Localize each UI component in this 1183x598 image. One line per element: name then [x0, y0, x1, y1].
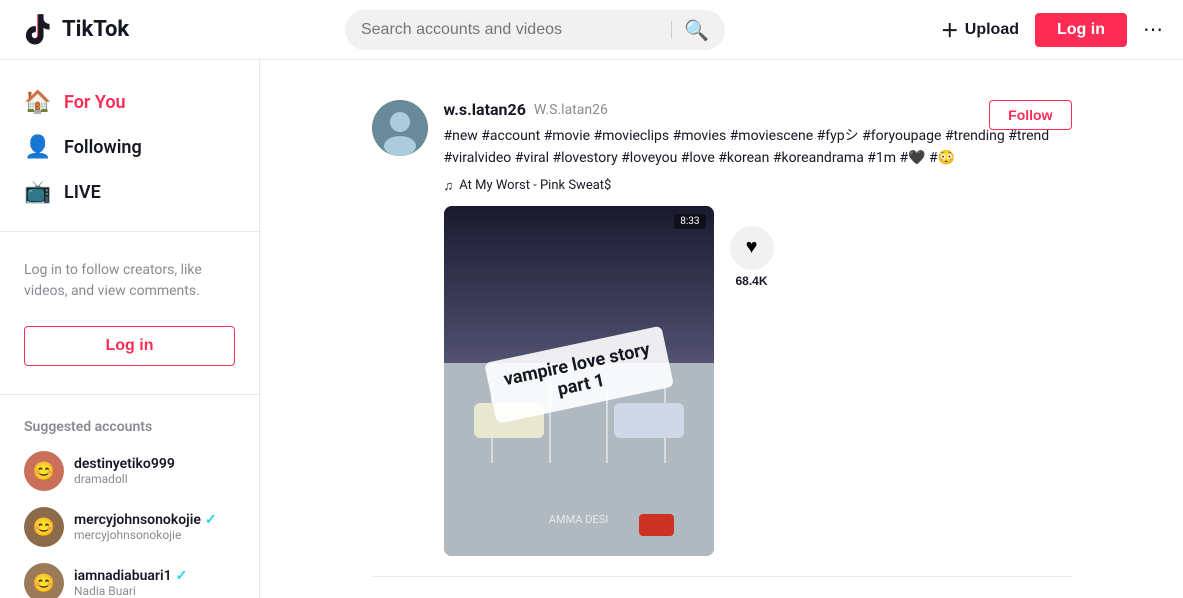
verified-icon: ✓ [176, 568, 188, 584]
account-display-name: Nadia Buari [74, 584, 235, 598]
follow-label: Follow [1008, 107, 1052, 123]
logo-text: TikTok [62, 17, 129, 42]
header-right: ＋ Upload Log in ⋯ [941, 13, 1163, 47]
sidebar-item-for-you[interactable]: 🏠 For You [0, 80, 259, 125]
suggested-accounts-title: Suggested accounts [0, 411, 259, 443]
upload-button[interactable]: ＋ Upload [941, 17, 1019, 43]
account-info: mercyjohnsonokojie ✓ mercyjohnsonokojie [74, 512, 235, 542]
account-display-name: mercyjohnsonokojie [74, 528, 235, 542]
post-header: w.s.latan26 W.S.latan26 [444, 100, 1072, 119]
search-input[interactable] [361, 21, 659, 39]
upload-icon: ＋ [941, 17, 959, 43]
post-music: ♫ At My Worst - Pink Sweat$ [444, 178, 1072, 194]
more-options-button[interactable]: ⋯ [1143, 17, 1163, 42]
suggested-account-destinyetiko999[interactable]: 😊 destinyetiko999 dramadoll [0, 443, 259, 499]
search-bar[interactable]: 🔍 [345, 10, 725, 50]
post-handle: W.S.latan26 [534, 102, 608, 118]
post-media-row: vampire love story part 1 AMMA DESI 8:33… [444, 206, 1072, 556]
post-actions: ♥ 68.4K [730, 206, 774, 556]
post-description: #new #account #movie #movieclips #movies… [444, 125, 1072, 170]
sidebar-item-label-for-you: For You [64, 92, 126, 113]
account-display-name: dramadoll [74, 472, 235, 486]
upload-label: Upload [965, 21, 1019, 39]
music-note-icon: ♫ [444, 178, 454, 194]
sidebar-item-label-live: LIVE [64, 182, 101, 203]
main-content: w.s.latan26 W.S.latan26 #new #account #m… [260, 60, 1183, 597]
account-info: iamnadiabuari1 ✓ Nadia Buari [74, 568, 235, 598]
motorcycle [639, 514, 674, 536]
sidebar-divider [0, 231, 259, 232]
account-username: destinyetiko999 [74, 456, 235, 472]
logo[interactable]: TikTok [20, 12, 129, 48]
search-divider [671, 21, 672, 39]
sidebar-item-live[interactable]: 📺 LIVE [0, 170, 259, 215]
tiktok-logo-icon [20, 12, 56, 48]
account-username: mercyjohnsonokojie ✓ [74, 512, 235, 528]
heart-icon: ♥ [730, 226, 774, 270]
music-text: At My Worst - Pink Sweat$ [459, 178, 611, 193]
main-layout: 🏠 For You 👤 Following 📺 LIVE Log in to f… [0, 60, 1183, 597]
post-username[interactable]: w.s.latan26 [444, 100, 526, 119]
account-info: destinyetiko999 dramadoll [74, 456, 235, 486]
video-watermark: AMMA DESI [549, 513, 608, 526]
suggested-account-mercyjohnsonokojie[interactable]: 😊 mercyjohnsonokojie ✓ mercyjohnsonokoji… [0, 499, 259, 555]
likes-count: 68.4K [735, 274, 767, 288]
verified-icon: ✓ [205, 512, 217, 528]
sidebar-divider-2 [0, 394, 259, 395]
video-thumbnail[interactable]: vampire love story part 1 AMMA DESI 8:33 [444, 206, 714, 556]
account-username: iamnadiabuari1 ✓ [74, 568, 235, 584]
post-avatar[interactable] [372, 100, 428, 156]
login-label: Log in [1057, 21, 1105, 38]
sidebar: 🏠 For You 👤 Following 📺 LIVE Log in to f… [0, 60, 260, 598]
live-icon: 📺 [24, 180, 52, 205]
sidebar-login-label: Log in [106, 337, 154, 354]
video-feed: w.s.latan26 W.S.latan26 #new #account #m… [372, 80, 1072, 577]
more-icon: ⋯ [1143, 19, 1163, 41]
video-duration-badge: 8:33 [674, 214, 705, 229]
login-prompt: Log in to follow creators, like videos, … [0, 248, 259, 314]
sidebar-item-label-following: Following [64, 137, 142, 158]
login-button[interactable]: Log in [1035, 13, 1127, 47]
avatar: 😊 [24, 451, 64, 491]
car-2 [614, 403, 684, 438]
avatar: 😊 [24, 563, 64, 598]
sidebar-nav: 🏠 For You 👤 Following 📺 LIVE [0, 80, 259, 215]
home-icon: 🏠 [24, 90, 52, 115]
suggested-account-iamnadiabuari1[interactable]: 😊 iamnadiabuari1 ✓ Nadia Buari [0, 555, 259, 598]
post-body: w.s.latan26 W.S.latan26 #new #account #m… [444, 100, 1072, 556]
header: TikTok 🔍 ＋ Upload Log in ⋯ [0, 0, 1183, 60]
search-icon[interactable]: 🔍 [684, 18, 709, 42]
person-icon: 👤 [24, 135, 52, 160]
video-post: w.s.latan26 W.S.latan26 #new #account #m… [372, 80, 1072, 577]
sidebar-item-following[interactable]: 👤 Following [0, 125, 259, 170]
avatar: 😊 [24, 507, 64, 547]
sidebar-login-button[interactable]: Log in [24, 326, 235, 366]
like-button[interactable]: ♥ 68.4K [730, 226, 774, 288]
follow-button[interactable]: Follow [989, 100, 1071, 130]
